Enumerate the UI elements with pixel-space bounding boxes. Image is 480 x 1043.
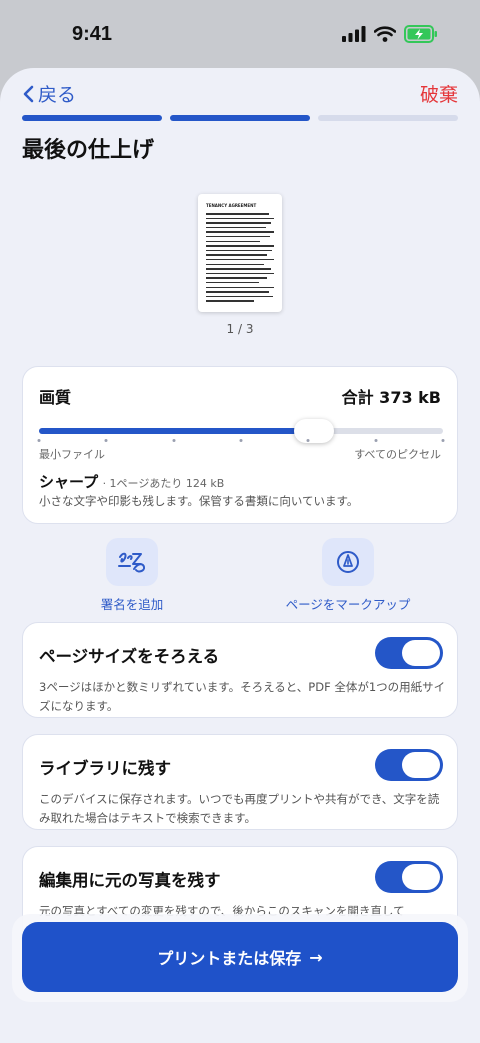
switch-knob: [402, 640, 440, 666]
thumbnail-line: [206, 258, 274, 261]
bottom-action-bar: プリントまたは保存 →: [12, 914, 468, 1002]
markup-page-button[interactable]: ページをマークアップ: [258, 538, 438, 613]
slider-tick: [104, 439, 108, 442]
thumbnail-line: [206, 213, 269, 215]
battery-charging-icon: [404, 25, 437, 43]
page-title: 最後の仕上げ: [22, 138, 155, 163]
signature-icon: [106, 538, 158, 586]
page-indicator: 1 / 3: [226, 322, 254, 336]
thumbnail-line: [206, 277, 267, 279]
quality-mode-name: シャープ: [39, 473, 99, 491]
toggle-title: ページサイズをそろえる: [39, 647, 220, 666]
thumbnail-line: [206, 217, 274, 220]
pen-markup-icon: [322, 538, 374, 586]
thumbnail-line: [206, 291, 270, 293]
nav-bar: 戻る 破棄: [0, 78, 480, 108]
quality-title: 画質: [39, 388, 72, 407]
slider-thumb[interactable]: [293, 419, 334, 443]
cellular-signal-icon: [342, 26, 366, 42]
toggle-title: ライブラリに残す: [39, 759, 171, 778]
slider-tick: [172, 439, 176, 442]
quality-total-size: 合計 373 kB: [341, 388, 441, 407]
slider-min-label: 最小ファイル: [39, 448, 105, 461]
thumbnail-line: [206, 235, 270, 238]
progress-step: [22, 115, 162, 121]
thumbnail-line: [206, 222, 272, 224]
thumbnail-line: [206, 240, 261, 243]
keep-in-library-switch[interactable]: [375, 749, 443, 781]
chevron-left-icon: [23, 85, 34, 102]
toggle-card-normalize-size: ページサイズをそろえる 3ページはほかと数ミリずれています。そろえると、PDF …: [22, 622, 458, 718]
toggle-title: 編集用に元の写真を残す: [39, 871, 221, 890]
slider-max-label: すべてのピクセル: [354, 448, 441, 461]
slider-tick: [239, 439, 243, 442]
print-or-save-button[interactable]: プリントまたは保存 →: [22, 922, 458, 992]
status-time: 9:41: [72, 22, 113, 45]
print-or-save-label: プリントまたは保存: [157, 949, 302, 968]
slider-tick: [374, 439, 378, 442]
progress-step: [170, 115, 310, 121]
quality-slider[interactable]: [37, 419, 445, 443]
toggle-description: このデバイスに保存されます。いつでも再度プリントや共有ができ、文字を読み取れた場…: [39, 792, 440, 825]
back-label: 戻る: [38, 84, 77, 106]
toggle-card-keep-in-library: ライブラリに残す このデバイスに保存されます。いつでも再度プリントや共有ができ、…: [22, 734, 458, 830]
thumbnail-line: [206, 272, 274, 275]
thumbnail-line: [206, 281, 260, 284]
slider-tick: [306, 439, 310, 442]
page-thumbnail[interactable]: TENANCY AGREEMENT: [198, 194, 282, 312]
discard-button[interactable]: 破棄: [420, 80, 458, 107]
thumbnail-line: [206, 300, 254, 302]
keep-originals-switch[interactable]: [375, 861, 443, 893]
add-signature-button[interactable]: 署名を追加: [42, 538, 222, 613]
finishing-sheet: 戻る 破棄 最後の仕上げ TENANCY AGREEMENT 1 / 3 画質 …: [0, 68, 480, 1043]
thumbnail-doc-heading: TENANCY AGREEMENT: [206, 203, 257, 208]
thumbnail-line: [206, 263, 265, 266]
quality-mode: シャープ · 1ページあたり 124 kB: [39, 471, 224, 492]
normalize-size-switch[interactable]: [375, 637, 443, 669]
thumbnail-line: [206, 268, 271, 270]
thumbnail-line: [206, 286, 274, 288]
slider-fill: [39, 428, 314, 434]
wifi-icon: [374, 26, 396, 42]
status-bar: 9:41: [0, 0, 480, 68]
thumbnail-line: [206, 226, 266, 229]
arrow-right-icon: →: [309, 947, 323, 967]
switch-knob: [402, 864, 440, 890]
thumbnail-line: [206, 231, 274, 233]
step-progress: [22, 115, 458, 121]
quality-mode-description: 小さな文字や印影も残します。保管する書類に向いています。: [39, 494, 359, 508]
markup-page-label: ページをマークアップ: [285, 597, 411, 612]
back-button[interactable]: 戻る: [22, 80, 76, 107]
switch-knob: [402, 752, 440, 778]
thumbnail-line: [206, 249, 272, 252]
slider-tick: [37, 439, 41, 442]
slider-tick: [441, 439, 445, 442]
thumbnail-line: [206, 245, 274, 247]
thumbnail-text-lines: [206, 213, 274, 302]
status-icons: [342, 25, 438, 43]
progress-step: [318, 115, 458, 121]
quality-card: 画質 合計 373 kB 最小ファイル すべてのピクセル シャープ · 1ページ…: [22, 366, 458, 524]
thumbnail-line: [206, 295, 273, 298]
add-signature-label: 署名を追加: [100, 597, 164, 612]
quality-mode-size: · 1ページあたり 124 kB: [102, 477, 225, 490]
toggle-description: 3ページはほかと数ミリずれています。そろえると、PDF 全体が1つの用紙サイズに…: [39, 680, 446, 713]
thumbnail-line: [206, 254, 268, 256]
